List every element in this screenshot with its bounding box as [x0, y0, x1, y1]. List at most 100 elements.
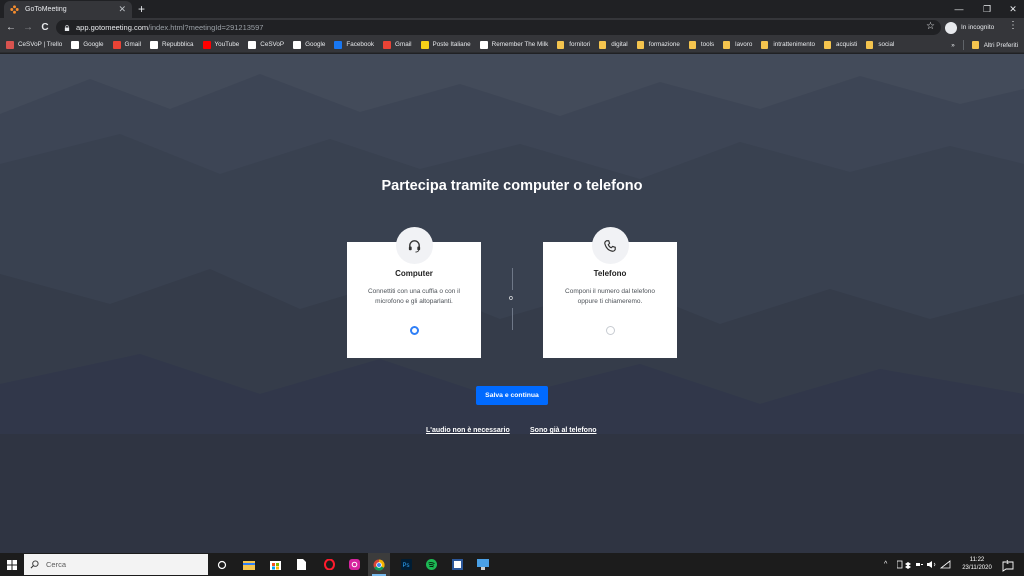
bookmark-item[interactable]: tools	[688, 40, 714, 49]
back-button[interactable]: ←	[3, 18, 19, 37]
reload-button[interactable]: C	[37, 18, 53, 37]
bookmark-star-icon[interactable]: ☆	[926, 21, 935, 32]
address-host: app.gotomeeting.com	[76, 23, 149, 32]
option-title: Computer	[395, 269, 433, 278]
bookmark-label: Repubblica	[162, 41, 194, 48]
taskbar-word[interactable]	[446, 553, 468, 576]
svg-text:Ps: Ps	[402, 563, 409, 569]
bookmark-item[interactable]: digital	[599, 40, 628, 49]
facebook-icon	[334, 40, 343, 49]
bookmarks-overflow-button[interactable]: »	[951, 42, 955, 49]
taskbar-search-input[interactable]: Cerca	[24, 554, 208, 575]
bookmark-label: social	[878, 41, 895, 48]
youtube-icon	[202, 40, 211, 49]
menu-kebab-icon[interactable]: ⋮	[1008, 20, 1018, 31]
save-continue-button[interactable]: Salva e continua	[476, 386, 548, 405]
bookmark-item[interactable]: Gmail	[383, 40, 412, 49]
other-bookmarks-button[interactable]: Altri Preferiti	[984, 42, 1018, 49]
task-view-button[interactable]	[211, 553, 233, 576]
bookmark-item[interactable]: Facebook	[334, 40, 374, 49]
or-label: o	[509, 295, 513, 302]
google-icon	[71, 40, 80, 49]
bookmark-label: Google	[83, 41, 104, 48]
taskbar-chrome[interactable]	[368, 553, 390, 576]
search-placeholder: Cerca	[46, 560, 67, 569]
clock-date: 23/11/2020	[962, 565, 992, 571]
store-icon	[269, 561, 281, 570]
folder-icon	[971, 41, 979, 49]
headset-badge	[395, 227, 433, 264]
folder-icon	[599, 40, 607, 49]
notification-count: 1	[1006, 560, 1010, 566]
bookmark-label: CeSVoP | Trello	[18, 41, 63, 48]
address-bar[interactable]: app.gotomeeting.com/index.html?meetingId…	[56, 20, 941, 35]
taskbar-spotify[interactable]	[420, 553, 442, 576]
folder-icon	[823, 40, 831, 49]
phone-radio[interactable]	[605, 326, 615, 335]
bookmark-item[interactable]: Google	[71, 40, 104, 49]
tray-chevron-icon[interactable]: ^	[884, 553, 887, 576]
bookmark-label: CeSVoP	[260, 41, 285, 48]
bookmark-item[interactable]: Repubblica	[150, 40, 194, 49]
bookmark-item[interactable]: lavoro	[723, 40, 752, 49]
bookmark-item[interactable]: Remember The Milk	[479, 40, 549, 49]
rtm-icon	[479, 40, 488, 49]
no-audio-link[interactable]: L'audio non è necessario	[426, 427, 510, 434]
bookmark-label: YouTube	[214, 41, 240, 48]
bookmarks-separator	[962, 40, 964, 50]
tab-title: GoToMeeting	[25, 6, 67, 13]
option-description: Componi il numero dal telefono oppure ti…	[565, 288, 655, 305]
bookmark-item[interactable]: acquisti	[823, 40, 857, 49]
instagram-icon	[348, 559, 360, 570]
folder-icon	[688, 40, 696, 49]
gotomeeting-icon	[10, 5, 19, 14]
gotomeeting-page: Partecipa tramite computer o telefono Co…	[0, 54, 1024, 553]
bookmark-item[interactable]: CeSVoP	[248, 40, 285, 49]
option-computer-card[interactable]: Computer Connettiti con una cuffia o con…	[347, 227, 481, 358]
already-on-phone-link[interactable]: Sono già al telefono	[530, 427, 597, 434]
close-window-button[interactable]: ✕	[998, 0, 1024, 18]
tab-gotomeeting[interactable]: GoToMeeting ✕	[4, 1, 132, 18]
bookmark-item[interactable]: YouTube	[202, 40, 240, 49]
search-icon	[30, 560, 39, 569]
taskbar-opera[interactable]	[318, 553, 340, 576]
bookmark-label: formazione	[648, 41, 680, 48]
taskbar-instagram[interactable]	[343, 553, 365, 576]
browser-toolbar: ← → C app.gotomeeting.com/index.html?mee…	[0, 18, 1024, 37]
trello-icon	[6, 40, 14, 49]
incognito-indicator[interactable]: In incognito	[945, 20, 1002, 35]
taskbar-remote-desktop[interactable]	[472, 553, 494, 576]
windows-logo-icon	[7, 559, 17, 570]
tray-status-icons	[897, 560, 951, 569]
bookmarks-right: » Altri Preferiti	[951, 37, 1018, 53]
notification-center-button[interactable]: 1	[1002, 559, 1014, 572]
taskbar-photoshop[interactable]: Ps	[395, 553, 417, 576]
bookmark-item[interactable]: intrattenimento	[761, 40, 815, 49]
bookmark-label: Remember The Milk	[491, 41, 549, 48]
bookmark-item[interactable]: social	[866, 40, 895, 49]
taskbar-clock[interactable]: 11:22 23/11/2020	[958, 556, 996, 572]
taskbar-notepad[interactable]	[290, 553, 312, 576]
bookmark-item[interactable]: Google	[293, 40, 326, 49]
taskbar-file-explorer[interactable]	[238, 553, 260, 576]
new-tab-button[interactable]: +	[138, 2, 145, 16]
start-button[interactable]	[0, 553, 24, 576]
system-tray-icons[interactable]	[897, 553, 953, 576]
bookmark-item[interactable]: Poste Italiane	[420, 40, 471, 49]
bookmark-item[interactable]: CeSVoP | Trello	[6, 40, 63, 49]
forward-button[interactable]: →	[20, 18, 36, 37]
taskbar-store[interactable]	[264, 553, 286, 576]
repubblica-icon	[150, 40, 158, 49]
bookmark-label: digital	[611, 41, 628, 48]
bookmark-item[interactable]: formazione	[636, 40, 680, 49]
bookmark-item[interactable]: fornitori	[557, 40, 590, 49]
clock-time: 11:22	[969, 557, 985, 563]
tab-close-icon[interactable]: ✕	[118, 5, 126, 14]
bookmark-item[interactable]: Gmail	[112, 40, 141, 49]
minimize-button[interactable]: —	[944, 0, 974, 18]
document-icon	[296, 559, 306, 570]
option-phone-card[interactable]: Telefono Componi il numero dal telefono …	[543, 227, 677, 358]
bookmark-label: Google	[305, 41, 326, 48]
google-icon	[293, 40, 302, 49]
computer-radio[interactable]	[409, 326, 419, 335]
